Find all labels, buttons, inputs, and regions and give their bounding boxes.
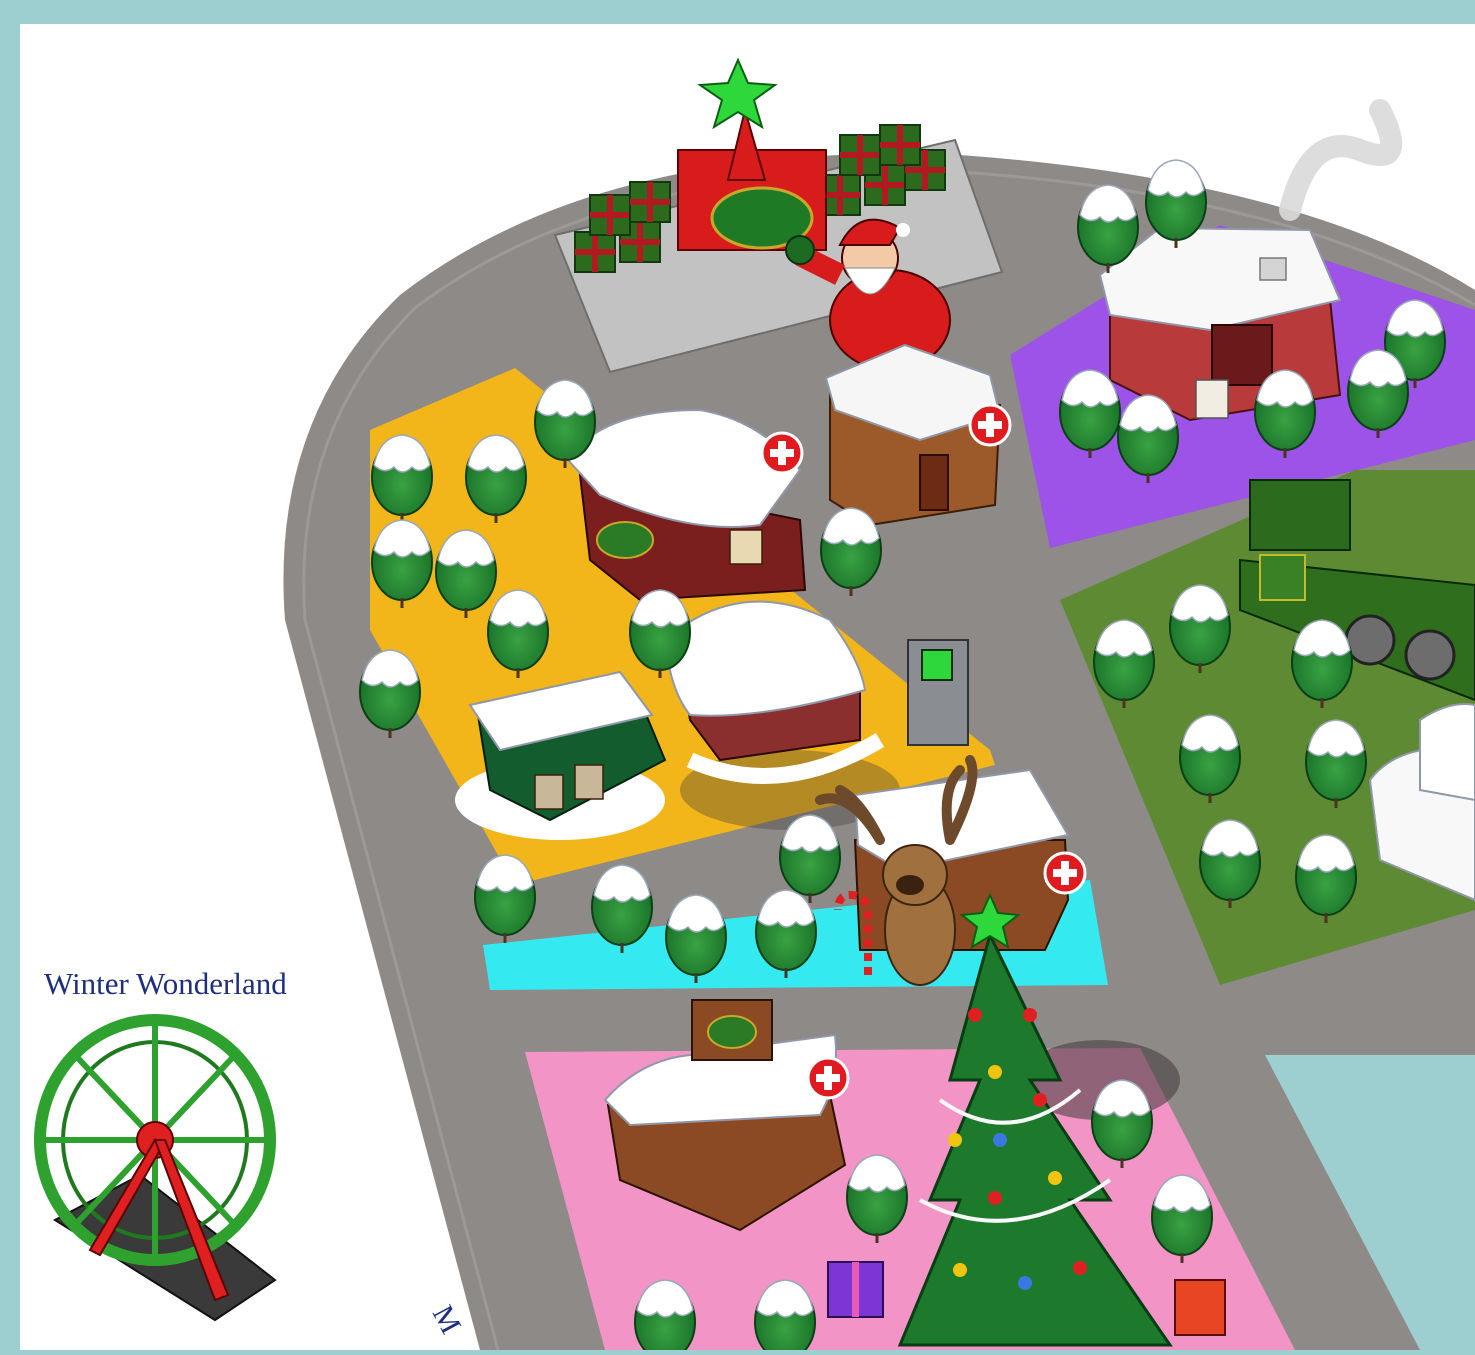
first-aid-icon [760, 431, 804, 475]
toy-shop-icon [566, 408, 807, 602]
map-canvas [0, 0, 1475, 1355]
first-aid-icon [968, 403, 1012, 447]
atm-kiosk-icon [907, 639, 969, 746]
gingerbread-house-icon [824, 343, 1012, 527]
first-aid-icon [806, 1056, 850, 1100]
region-label: Winter Wonderland [44, 966, 287, 1001]
first-aid-icon [1043, 851, 1087, 895]
park-map: Winter Wonderland M [0, 0, 1475, 1355]
